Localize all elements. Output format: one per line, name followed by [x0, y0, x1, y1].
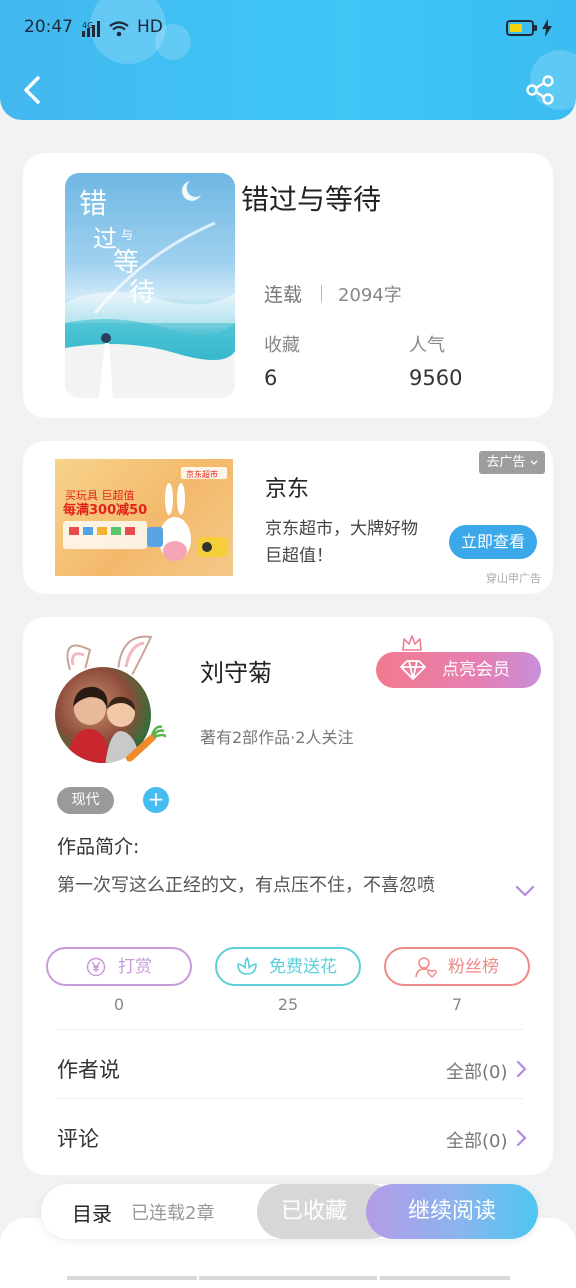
reward-label: 打赏 [118, 957, 152, 977]
cover-title-char-4: 等 [113, 248, 139, 278]
status-divider [321, 285, 322, 302]
popularity-label: 人气 [409, 335, 445, 356]
send-flower-button[interactable]: 免费送花 [215, 947, 361, 986]
chevron-down-icon [530, 460, 538, 465]
remove-ad-button[interactable]: 去广告 [479, 451, 545, 474]
ad-view-button[interactable]: 立即查看 [449, 525, 537, 559]
charging-icon [542, 19, 552, 37]
fan-count: 7 [451, 995, 463, 1014]
status-time: 20:47 [24, 17, 73, 37]
battery-icon [506, 20, 534, 36]
ad-image-line2: 每满300减50 [63, 502, 147, 518]
author-avatar-frame[interactable] [48, 625, 168, 770]
scroll-indicator [380, 1276, 510, 1280]
send-flower-label: 免费送花 [269, 957, 337, 977]
reward-count: 0 [113, 995, 125, 1014]
intro-text: 第一次写这么正经的文，有点压不住，不喜忽喷 [57, 875, 435, 896]
scroll-indicator [67, 1276, 197, 1280]
book-cover[interactable]: 错 过 与 等 待 [65, 173, 235, 398]
top-header: 20:47 4G HD [0, 0, 576, 120]
ad-illustration: 京东超市 买玩具 巨超值 每满300减50 [63, 467, 227, 561]
chapter-count: 已连载2章 [131, 1203, 215, 1224]
intro-label: 作品简介: [57, 836, 140, 858]
carrot-icon [126, 725, 166, 762]
remove-ad-label: 去广告 [486, 455, 526, 470]
ad-image-brand: 京东超市 [186, 469, 218, 479]
reward-button[interactable]: 打赏 [46, 947, 192, 986]
fan-rank-button[interactable]: 粉丝榜 [384, 947, 530, 986]
flower-icon [237, 957, 257, 975]
cover-title-char-3: 与 [121, 228, 133, 242]
battery-nub [534, 25, 537, 31]
user-heart-icon [415, 957, 437, 978]
author-says-label[interactable]: 作者说 [57, 1054, 120, 1084]
popularity-value: 9560 [409, 366, 463, 390]
cover-title-char-5: 待 [129, 278, 155, 308]
genre-tag[interactable]: 现代 [57, 787, 114, 814]
ad-image-line1: 买玩具 巨超值 [65, 488, 135, 502]
comments-all[interactable]: 全部(0) [446, 1127, 508, 1153]
book-status: 连载 [264, 284, 303, 306]
divider [57, 1098, 523, 1099]
share-icon[interactable] [524, 74, 556, 106]
chevron-right-icon[interactable] [514, 1059, 530, 1079]
expand-chevron-icon[interactable] [514, 884, 536, 898]
cover-illustration: 错 过 与 等 待 [65, 181, 235, 398]
author-says-all[interactable]: 全部(0) [446, 1058, 508, 1084]
diamond-icon [400, 660, 426, 680]
ad-image[interactable]: 京东超市 买玩具 巨超值 每满300减50 [55, 459, 233, 576]
comments-label[interactable]: 评论 [57, 1123, 99, 1153]
author-meta: 著有2部作品·2人关注 [200, 728, 354, 747]
toc-button[interactable]: 目录 [72, 1198, 112, 1227]
favorites-label: 收藏 [264, 335, 300, 356]
continue-reading-button[interactable]: 继续阅读 [366, 1184, 538, 1239]
author-name[interactable]: 刘守菊 [200, 653, 272, 688]
divider [57, 1029, 523, 1030]
vip-label: 点亮会员 [442, 660, 510, 680]
scroll-indicator [199, 1276, 377, 1280]
add-tag-button[interactable]: + [143, 787, 169, 813]
yen-coin-icon [86, 957, 106, 977]
back-icon[interactable] [18, 72, 46, 108]
hd-indicator: HD [137, 17, 163, 37]
ad-title: 京东 [265, 477, 310, 502]
fan-rank-label: 粉丝榜 [448, 957, 499, 977]
ad-description: 京东超市，大牌好物巨超值！ [265, 519, 418, 566]
chevron-right-icon[interactable] [514, 1128, 530, 1148]
book-word-count: 2094字 [338, 285, 402, 306]
favorites-value: 6 [264, 366, 278, 390]
book-title: 错过与等待 [241, 183, 382, 216]
cover-title-char-1: 错 [79, 187, 107, 220]
signal-icon: 4G [82, 20, 134, 42]
crown-icon [402, 635, 422, 651]
flower-count: 25 [277, 995, 299, 1014]
vip-upgrade-button[interactable]: 点亮会员 [376, 652, 541, 688]
ad-source: 穿山甲广告 [486, 572, 541, 585]
